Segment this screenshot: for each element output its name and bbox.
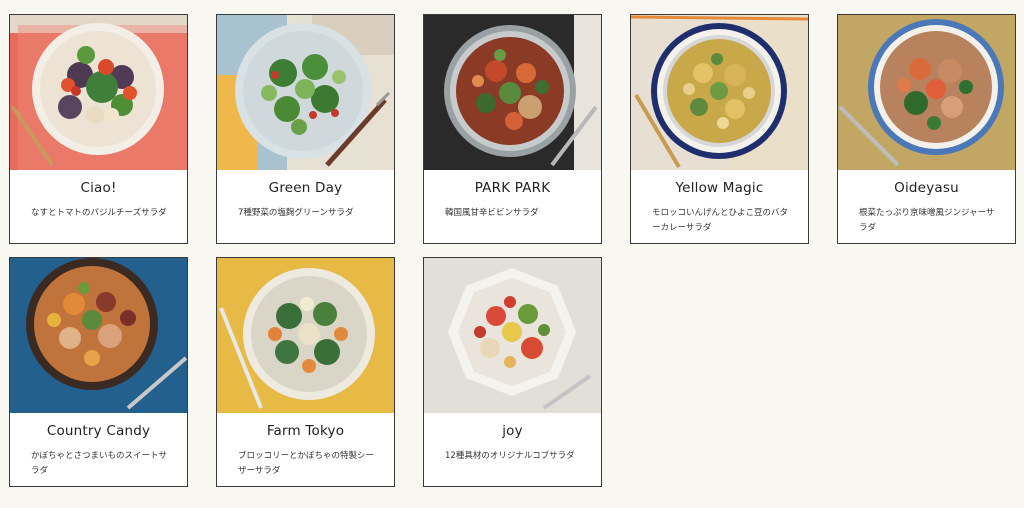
product-card-joy[interactable]: joy 12種具材のオリジナルコブサラダ [423,257,602,487]
product-image-country-candy[interactable] [10,258,187,413]
product-name: Yellow Magic [675,180,764,196]
product-name: Country Candy [46,423,151,439]
product-name: Ciao! [80,180,117,196]
product-description: ブロッコリーとかぼちゃの特製シーザーサラダ [238,451,375,476]
product-description: モロッコいんげんとひよこ豆のバターカレーサラダ [652,208,789,233]
product-description: 12種具材のオリジナルコブサラダ [445,451,575,461]
product-image-ciao[interactable] [10,15,187,170]
product-description: 韓国風甘辛ビビンサラダ [445,208,539,218]
product-card-ciao[interactable]: Ciao! なすとトマトのバジルチーズサラダ [9,14,188,244]
product-name: PARK PARK [474,180,551,196]
product-card-country-candy[interactable]: Country Candy かぼちゃとさつまいものスイートサラダ [9,257,188,487]
product-name: joy [502,423,523,439]
product-image-park-park[interactable] [424,15,601,170]
product-image-joy[interactable] [424,258,601,413]
product-description: なすとトマトのバジルチーズサラダ [31,208,167,218]
product-description: かぼちゃとさつまいものスイートサラダ [31,451,168,476]
product-card-green-day[interactable]: Green Day 7種野菜の塩麹グリーンサラダ [216,14,395,244]
product-image-farm-tokyo[interactable] [217,258,394,413]
product-card-oideyasu[interactable]: Oideyasu 根菜たっぷり京味噌風ジンジャーサラダ [837,14,1016,244]
product-grid: Ciao! なすとトマトのバジルチーズサラダ Green Day 7種野菜の塩麹… [9,14,1021,494]
product-image-yellow-magic[interactable] [631,15,808,170]
product-name: Oideyasu [894,180,959,196]
product-name: Green Day [268,180,343,196]
product-card-yellow-magic[interactable]: Yellow Magic モロッコいんげんとひよこ豆のバターカレーサラダ [630,14,809,244]
product-card-park-park[interactable]: PARK PARK 韓国風甘辛ビビンサラダ [423,14,602,244]
product-description: 根菜たっぷり京味噌風ジンジャーサラダ [859,208,995,233]
product-image-oideyasu[interactable] [838,15,1015,170]
product-card-farm-tokyo[interactable]: Farm Tokyo ブロッコリーとかぼちゃの特製シーザーサラダ [216,257,395,487]
product-description: 7種野菜の塩麹グリーンサラダ [238,208,354,218]
product-name: Farm Tokyo [266,423,345,439]
product-image-green-day[interactable] [217,15,394,170]
